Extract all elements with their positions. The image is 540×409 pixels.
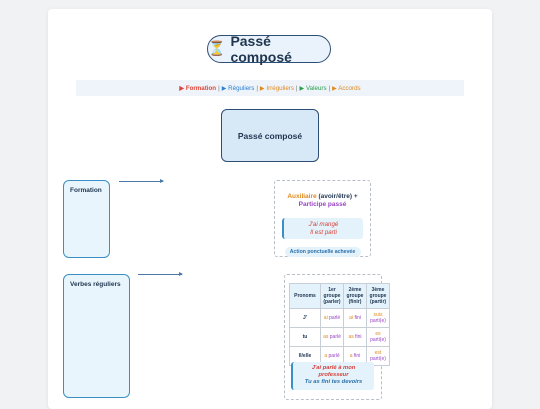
reguliers-node-label: Verbes réguliers (70, 281, 121, 288)
nav-separator: | (256, 84, 258, 92)
formation-examples: J'ai mangé Il est parti (282, 218, 363, 239)
central-node[interactable]: Passé composé (221, 109, 319, 162)
table-row: J' ai parlé ai fini suis parti(e) (289, 308, 390, 328)
example-line: professeur (318, 372, 349, 378)
participle-word: Participe passé (298, 201, 347, 208)
table-cell: ai parlé (320, 308, 344, 328)
reguliers-connector (138, 272, 183, 276)
formation-detail: Auxiliaire (avoir/être) + Participe pass… (274, 180, 371, 257)
pronoun-cell: tu (289, 327, 321, 347)
conjugation-table: Pronoms 1er groupe (parler) 2ème groupe … (289, 283, 390, 366)
example-line: J'ai mangé (308, 221, 339, 228)
nav-separator: | (328, 84, 331, 92)
table-cell: as fini (343, 327, 367, 347)
col-header: 1er groupe (parler) (320, 283, 344, 309)
page-title: ⏳ Passé composé (207, 33, 331, 65)
reguliers-examples: J'ai parlé à mon professeur Tu as fini t… (291, 362, 374, 390)
formation-connector (119, 179, 164, 183)
example-line: Il est parti (310, 228, 337, 236)
nav-link-0[interactable]: ▶ Formation (179, 85, 216, 92)
nav-link-3[interactable]: ▶ Valeurs (300, 85, 327, 92)
nav-separator: | (218, 84, 220, 92)
page-title-text: Passé composé (230, 33, 292, 65)
valeur-badge: Action ponctuelle achevée (284, 247, 361, 257)
table-cell: as parlé (320, 327, 344, 347)
example-line: Tu as fini tes devoirs (304, 379, 363, 385)
example-line: J'ai parlé à mon (311, 365, 356, 371)
nav-link-4[interactable]: ▶ Accords (332, 85, 361, 92)
nav-link-label: Accords (338, 84, 361, 92)
nav-link-1[interactable]: ▶ Réguliers (222, 85, 255, 92)
nav-separator: | (295, 84, 298, 92)
formation-node-label: Formation (70, 187, 102, 194)
aux-rest: (avoir/être) + (318, 193, 358, 200)
col-header: 3ème groupe (partir) (366, 283, 390, 309)
formation-rule: Auxiliaire (avoir/être) + Participe pass… (275, 193, 370, 209)
section-nav: ▶ Formation | ▶ Réguliers | ▶ Irréguliers | ▶ … (76, 80, 464, 96)
col-header: 2ème groupe (finir) (343, 283, 367, 309)
nav-link-label: Réguliers (228, 84, 255, 92)
table-cell: ai fini (343, 308, 367, 328)
pronoun-cell: J' (289, 308, 321, 328)
nav-link-label: Irréguliers (266, 84, 294, 92)
nav-link-label: Formation (185, 84, 217, 92)
table-row: tu as parlé as fini es parti(e) (289, 327, 390, 347)
table-header-row: Pronoms 1er groupe (parler) 2ème groupe … (289, 283, 390, 309)
nav-link-label: Valeurs (306, 84, 327, 92)
formation-node[interactable]: Formation (63, 180, 110, 258)
hourglass-icon: ⏳ (208, 41, 226, 57)
col-header: Pronoms (289, 283, 321, 309)
reguliers-node[interactable]: Verbes réguliers (63, 274, 130, 398)
nav-link-2[interactable]: ▶ Irréguliers (260, 85, 294, 92)
table-cell: suis parti(e) (366, 308, 390, 328)
table-cell: es parti(e) (366, 327, 390, 347)
aux-word: Auxiliaire (287, 193, 317, 200)
